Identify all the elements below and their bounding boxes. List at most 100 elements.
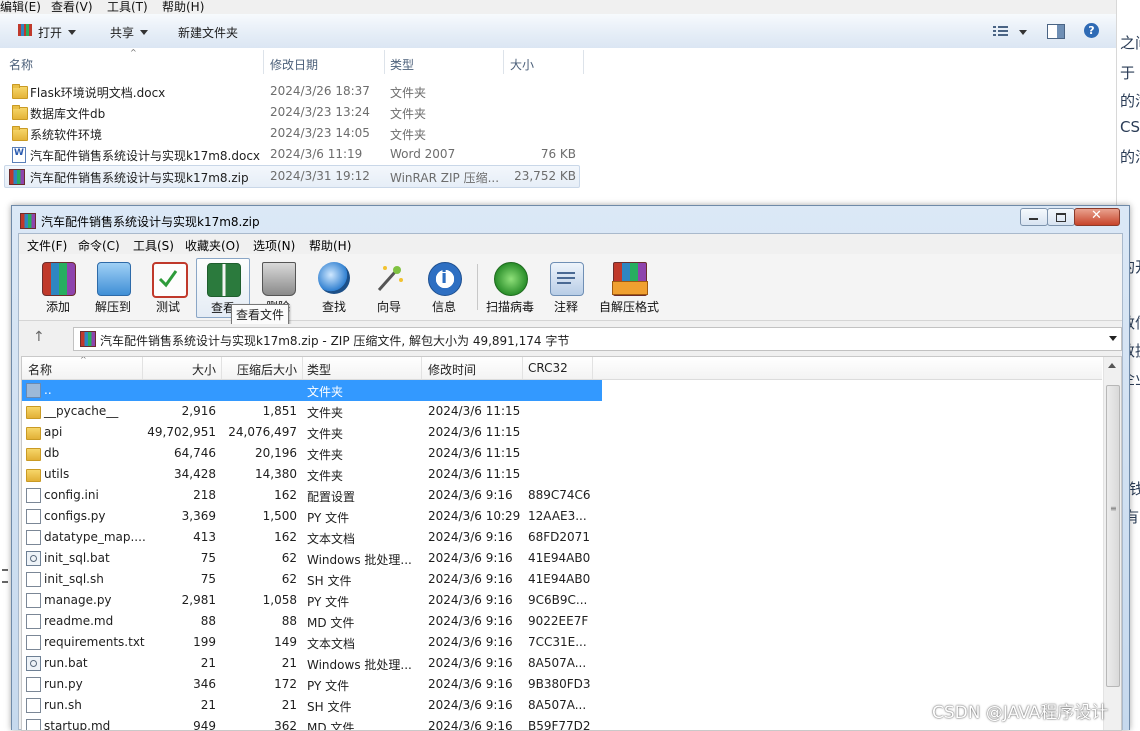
new-folder-button[interactable]: 新建文件夹 bbox=[178, 24, 238, 41]
sfx-button[interactable]: 自解压格式 bbox=[599, 258, 659, 316]
archive-row[interactable]: init_sql.bat 75 62 Windows 批处理... 2024/3/6 9… bbox=[22, 548, 602, 569]
cell-packed: 162 bbox=[274, 488, 297, 502]
cell-mtime: 2024/3/6 9:16 bbox=[428, 635, 513, 649]
file-row[interactable]: 数据库文件db 2024/3/23 13:24 文件夹 bbox=[4, 102, 580, 123]
edge-mark bbox=[2, 569, 8, 571]
col-name[interactable]: 名称 bbox=[9, 56, 33, 73]
archive-row[interactable]: init_sql.sh 75 62 SH 文件 2024/3/6 9:16 41E94AB… bbox=[22, 569, 602, 590]
col-divider[interactable] bbox=[384, 50, 385, 74]
help-icon[interactable]: ? bbox=[1084, 23, 1099, 38]
cell-size: 64,746 bbox=[174, 446, 216, 460]
grip-icon: ≡ bbox=[1110, 504, 1117, 513]
minimize-button[interactable] bbox=[1020, 208, 1048, 226]
winrar-window: 汽车配件销售系统设计与实现k17m8.zip ✕ 文件(F) 命令(C) 工具(… bbox=[11, 205, 1130, 731]
cell-size: 199 bbox=[193, 635, 216, 649]
info-label: 信息 bbox=[431, 300, 456, 314]
menu-file[interactable]: 文件(F) bbox=[27, 237, 67, 254]
view-options-icon[interactable] bbox=[993, 25, 1009, 40]
cell-type: Windows 批处理... bbox=[307, 553, 412, 567]
col-divider[interactable] bbox=[302, 357, 303, 379]
col-name[interactable]: 名称 bbox=[28, 361, 52, 378]
file-date: 2024/3/23 14:05 bbox=[270, 126, 370, 140]
archive-row[interactable]: requirements.txt 199 149 文本文档 2024/3/6 9:16 7… bbox=[22, 632, 602, 653]
col-divider[interactable] bbox=[592, 357, 593, 379]
archive-row[interactable]: run.bat 21 21 Windows 批处理... 2024/3/6 9:16 8A… bbox=[22, 653, 602, 674]
info-button[interactable]: i 信息 bbox=[418, 258, 470, 316]
comment-button[interactable]: 注释 bbox=[540, 258, 592, 316]
test-clipboard-icon bbox=[152, 262, 188, 298]
folder-icon bbox=[26, 427, 41, 440]
col-date[interactable]: 修改日期 bbox=[270, 56, 318, 73]
cell-packed: 21 bbox=[281, 698, 297, 712]
col-size[interactable]: 大小 bbox=[510, 56, 534, 73]
archive-row[interactable]: __pycache__ 2,916 1,851 文件夹 2024/3/6 11:15 bbox=[22, 401, 602, 422]
menu-help[interactable]: 帮助(H) bbox=[309, 237, 351, 254]
menu-options[interactable]: 选项(N) bbox=[253, 237, 295, 254]
archive-row[interactable]: config.ini 218 162 配置设置 2024/3/6 9:16 889C74C… bbox=[22, 485, 602, 506]
up-arrow-icon[interactable]: ↑ bbox=[33, 329, 45, 345]
col-divider[interactable] bbox=[263, 50, 264, 74]
cell-name: manage.py bbox=[44, 593, 112, 607]
menu-edit[interactable]: 编辑(E) bbox=[0, 0, 41, 15]
archive-row[interactable]: configs.py 3,369 1,500 PY 文件 2024/3/6 10:29 1… bbox=[22, 506, 602, 527]
archive-row[interactable]: db 64,746 20,196 文件夹 2024/3/6 11:15 bbox=[22, 443, 602, 464]
menu-favorites[interactable]: 收藏夹(O) bbox=[185, 237, 240, 254]
preview-pane-icon[interactable] bbox=[1047, 24, 1065, 39]
col-crc[interactable]: CRC32 bbox=[528, 361, 568, 375]
col-divider[interactable] bbox=[522, 357, 523, 379]
col-type[interactable]: 类型 bbox=[307, 361, 331, 378]
file-row[interactable]: 汽车配件销售系统设计与实现k17m8.docx 2024/3/6 11:19 W… bbox=[4, 144, 580, 165]
archive-row[interactable]: run.sh 21 21 SH 文件 2024/3/6 9:16 8A507A... bbox=[22, 695, 602, 716]
col-divider[interactable] bbox=[421, 357, 422, 379]
scrollbar-thumb[interactable]: ≡ bbox=[1106, 385, 1120, 687]
col-type[interactable]: 类型 bbox=[390, 56, 414, 73]
archive-row[interactable]: api 49,702,951 24,076,497 文件夹 2024/3/6 11:15 bbox=[22, 422, 602, 443]
close-button[interactable]: ✕ bbox=[1074, 208, 1120, 226]
archive-row[interactable]: run.py 346 172 PY 文件 2024/3/6 9:16 9B380FD3 bbox=[22, 674, 602, 695]
col-size[interactable]: 大小 bbox=[142, 361, 216, 378]
menu-commands[interactable]: 命令(C) bbox=[78, 237, 120, 254]
col-packed[interactable]: 压缩后大小 bbox=[221, 361, 297, 378]
menu-help[interactable]: 帮助(H) bbox=[162, 0, 204, 15]
col-divider[interactable] bbox=[583, 50, 584, 74]
col-divider[interactable] bbox=[503, 50, 504, 74]
cell-packed: 362 bbox=[274, 719, 297, 731]
share-button[interactable]: 共享 bbox=[110, 24, 149, 41]
cell-name: config.ini bbox=[44, 488, 99, 502]
archive-row[interactable]: manage.py 2,981 1,058 PY 文件 2024/3/6 9:16 9C6… bbox=[22, 590, 602, 611]
scroll-up-icon[interactable] bbox=[1108, 363, 1116, 368]
menu-view[interactable]: 查看(V) bbox=[51, 0, 93, 15]
cell-crc: 8A507A... bbox=[528, 656, 587, 670]
archive-row[interactable]: utils 34,428 14,380 文件夹 2024/3/6 11:15 bbox=[22, 464, 602, 485]
cell-size: 413 bbox=[193, 530, 216, 544]
restore-button[interactable] bbox=[1047, 208, 1075, 226]
archive-row[interactable]: datatype_map.... 413 162 文本文档 2024/3/6 9:16 6… bbox=[22, 527, 602, 548]
cell-crc: 12AAE3... bbox=[528, 509, 587, 523]
file-row[interactable]: 系统软件环境 2024/3/23 14:05 文件夹 bbox=[4, 123, 580, 144]
file-row-selected[interactable]: 汽车配件销售系统设计与实现k17m8.zip 2024/3/31 19:12 W… bbox=[4, 165, 580, 188]
cell-name: init_sql.sh bbox=[44, 572, 104, 586]
file-type: 文件夹 bbox=[390, 128, 427, 142]
file-type: 文件夹 bbox=[390, 107, 427, 121]
cell-type: Windows 批处理... bbox=[307, 658, 412, 672]
cell-packed: 1,851 bbox=[262, 404, 297, 418]
menu-tools[interactable]: 工具(T) bbox=[107, 0, 148, 15]
virus-scan-button[interactable]: 扫描病毒 bbox=[484, 258, 536, 316]
archive-row[interactable]: readme.md 88 88 MD 文件 2024/3/6 9:16 9022EE7F bbox=[22, 611, 602, 632]
cell-type: MD 文件 bbox=[307, 721, 355, 731]
menu-tools[interactable]: 工具(S) bbox=[133, 237, 174, 254]
cell-packed: 88 bbox=[281, 614, 297, 628]
cell-crc: 8A507A... bbox=[528, 698, 587, 712]
file-type: 文件夹 bbox=[390, 86, 427, 100]
vertical-scrollbar[interactable]: ≡ bbox=[1103, 357, 1121, 730]
open-button[interactable]: 打开 bbox=[38, 24, 77, 41]
archive-row-selected[interactable]: .. 文件夹 bbox=[22, 380, 602, 401]
file-icon bbox=[26, 719, 41, 730]
cell-packed: 62 bbox=[281, 572, 297, 586]
path-combobox[interactable]: 汽车配件销售系统设计与实现k17m8.zip - ZIP 压缩文件, 解包大小为… bbox=[73, 327, 1122, 351]
file-row[interactable]: Flask环境说明文档.docx 2024/3/26 18:37 文件夹 bbox=[4, 81, 580, 102]
view-dropdown-icon[interactable] bbox=[1019, 30, 1027, 35]
dropdown-arrow-icon[interactable] bbox=[1109, 336, 1117, 341]
bg-text-fragment: CS bbox=[1120, 118, 1140, 136]
col-mtime[interactable]: 修改时间 bbox=[428, 361, 476, 378]
